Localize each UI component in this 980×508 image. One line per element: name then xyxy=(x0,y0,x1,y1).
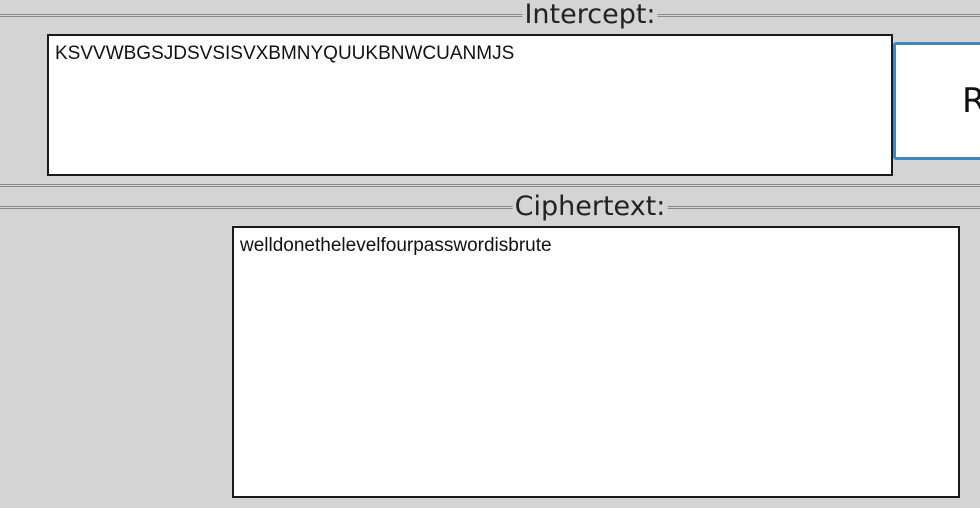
cipher-app-window: Intercept: KSVVWBGSJDSVSISVXBMNYQUUKBNWC… xyxy=(0,0,980,508)
ciphertext-section-header: Ciphertext: xyxy=(0,192,980,222)
ciphertext-header-rule xyxy=(0,206,980,209)
intercept-section-header: Intercept: xyxy=(0,0,980,30)
intercept-textarea[interactable]: KSVVWBGSJDSVSISVXBMNYQUUKBNWCUANMJS xyxy=(47,34,893,176)
ciphertext-title: Ciphertext: xyxy=(512,191,668,222)
section-divider xyxy=(0,184,980,187)
ciphertext-textarea[interactable]: welldonethelevelfourpasswordisbrute xyxy=(232,226,960,498)
run-button[interactable]: R xyxy=(893,42,980,160)
intercept-header-rule xyxy=(0,14,980,17)
intercept-title: Intercept: xyxy=(522,0,658,30)
